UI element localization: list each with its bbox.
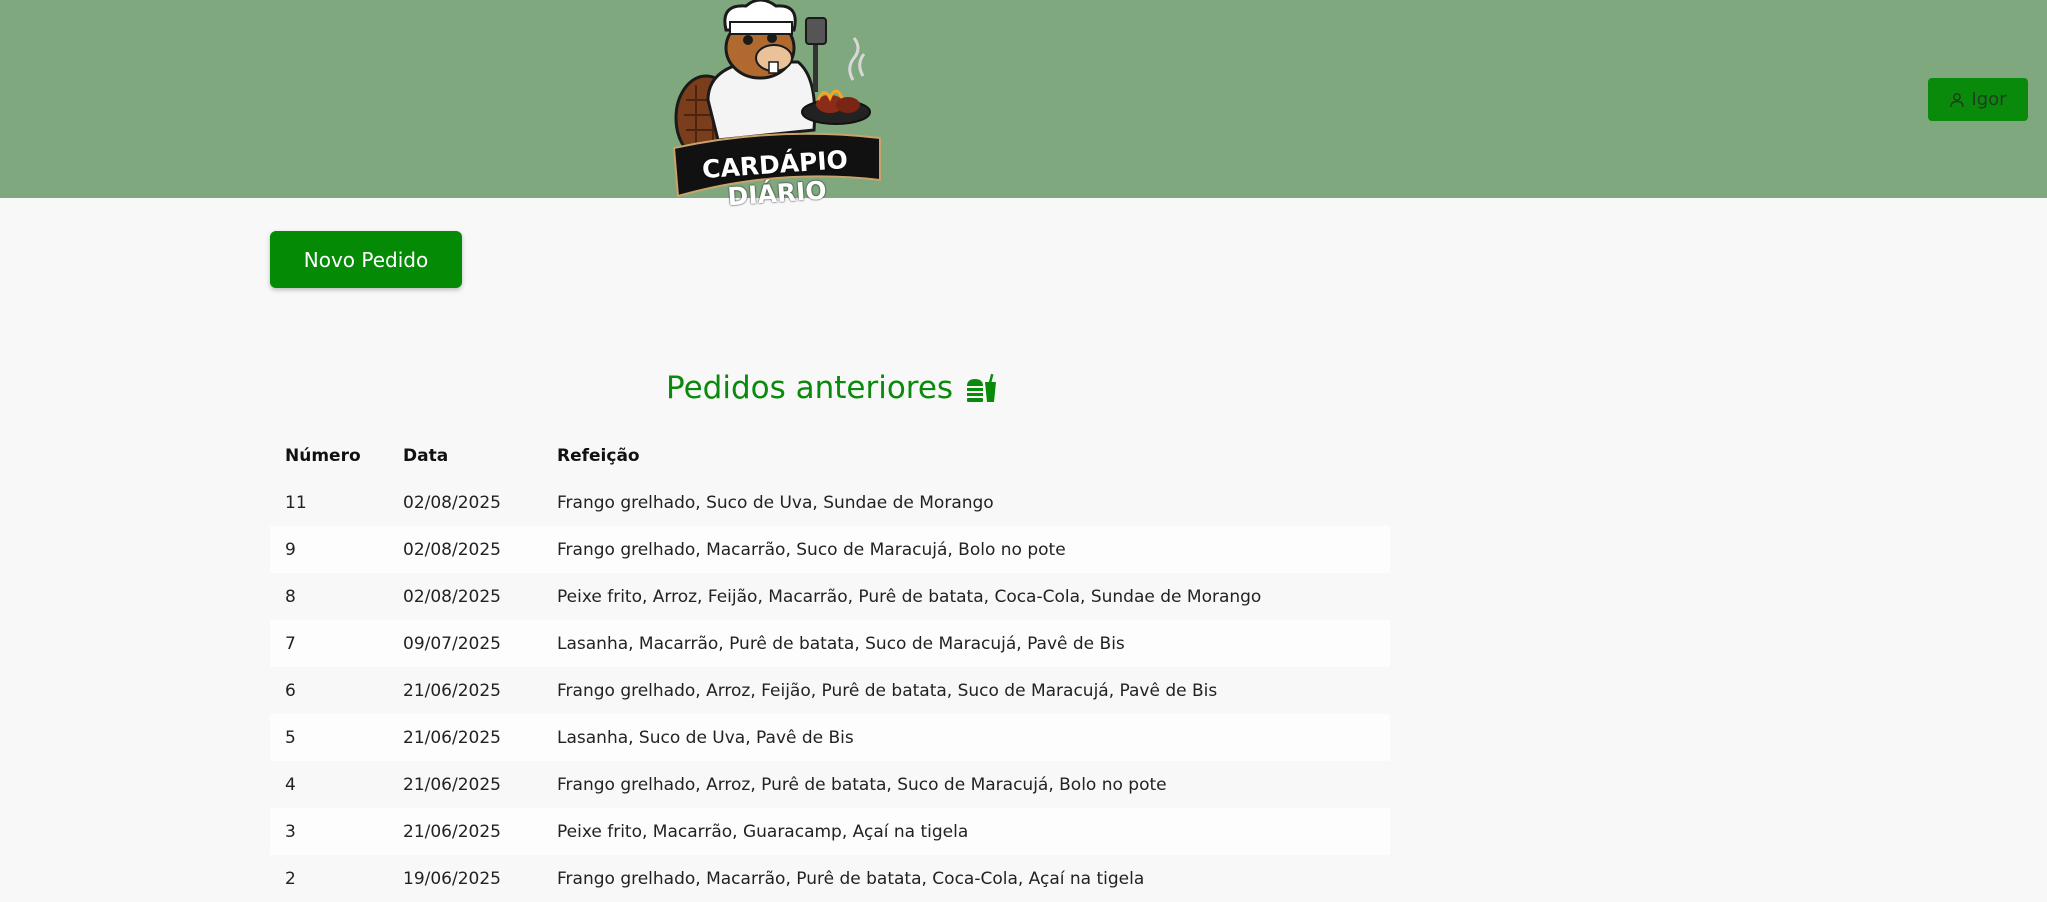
burger-drink-icon	[967, 373, 997, 402]
table-row: 8 02/08/2025 Peixe frito, Arroz, Feijão,…	[270, 573, 1390, 620]
column-header-numero: Número	[285, 445, 361, 466]
cell-data: 02/08/2025	[403, 586, 501, 607]
new-order-button[interactable]: Novo Pedido	[270, 231, 462, 288]
table-row: 2 19/06/2025 Frango grelhado, Macarrão, …	[270, 855, 1390, 902]
previous-orders-title: Pedidos anteriores	[666, 370, 954, 406]
cell-data: 09/07/2025	[403, 633, 501, 654]
table-row: 5 21/06/2025 Lasanha, Suco de Uva, Pavê …	[270, 714, 1390, 761]
table-row: 3 21/06/2025 Peixe frito, Macarrão, Guar…	[270, 808, 1390, 855]
cell-refeicao: Frango grelhado, Suco de Uva, Sundae de …	[557, 492, 994, 513]
cell-refeicao: Frango grelhado, Arroz, Feijão, Purê de …	[557, 680, 1218, 701]
cell-data: 21/06/2025	[403, 727, 501, 748]
cell-data: 19/06/2025	[403, 868, 501, 889]
cell-refeicao: Frango grelhado, Macarrão, Purê de batat…	[557, 868, 1145, 889]
cell-refeicao: Peixe frito, Arroz, Feijão, Macarrão, Pu…	[557, 586, 1262, 607]
table-row: 4 21/06/2025 Frango grelhado, Arroz, Pur…	[270, 761, 1390, 808]
cell-numero: 4	[285, 774, 296, 795]
top-header: CARDÁPIO DIÁRIO Igor	[0, 0, 2047, 211]
previous-orders-heading: Pedidos anteriores	[666, 366, 997, 410]
cell-numero: 2	[285, 868, 296, 889]
logo[interactable]: CARDÁPIO DIÁRIO	[668, 0, 884, 211]
cell-data: 02/08/2025	[403, 539, 501, 560]
cell-numero: 7	[285, 633, 296, 654]
cell-numero: 5	[285, 727, 296, 748]
cell-refeicao: Lasanha, Macarrão, Purê de batata, Suco …	[557, 633, 1125, 654]
user-menu-button[interactable]: Igor	[1928, 78, 2028, 121]
cell-numero: 8	[285, 586, 296, 607]
cell-refeicao: Lasanha, Suco de Uva, Pavê de Bis	[557, 727, 854, 748]
cell-data: 21/06/2025	[403, 774, 501, 795]
table-row: 7 09/07/2025 Lasanha, Macarrão, Purê de …	[270, 620, 1390, 667]
table-row: 9 02/08/2025 Frango grelhado, Macarrão, …	[270, 526, 1390, 573]
column-header-data: Data	[403, 445, 449, 466]
user-name: Igor	[1971, 89, 2007, 110]
cell-refeicao: Frango grelhado, Macarrão, Suco de Marac…	[557, 539, 1066, 560]
table-header-row: Número Data Refeição	[270, 432, 1390, 479]
user-icon	[1950, 92, 1965, 107]
cell-numero: 6	[285, 680, 296, 701]
cell-data: 02/08/2025	[403, 492, 501, 513]
cell-data: 21/06/2025	[403, 821, 501, 842]
cell-data: 21/06/2025	[403, 680, 501, 701]
cell-numero: 9	[285, 539, 296, 560]
cell-refeicao: Peixe frito, Macarrão, Guaracamp, Açaí n…	[557, 821, 969, 842]
orders-table: Número Data Refeição 11 02/08/2025 Frang…	[270, 432, 1390, 902]
cell-numero: 3	[285, 821, 296, 842]
table-row: 11 02/08/2025 Frango grelhado, Suco de U…	[270, 479, 1390, 526]
cell-refeicao: Frango grelhado, Arroz, Purê de batata, …	[557, 774, 1167, 795]
column-header-refeicao: Refeição	[557, 445, 640, 466]
cell-numero: 11	[285, 492, 307, 513]
table-row: 6 21/06/2025 Frango grelhado, Arroz, Fei…	[270, 667, 1390, 714]
